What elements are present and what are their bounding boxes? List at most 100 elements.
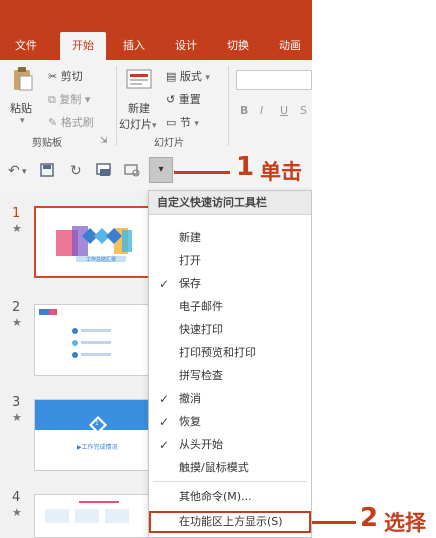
strike-button[interactable]: S	[300, 104, 307, 117]
checkmark-icon: ✓	[159, 392, 170, 406]
new-slide-line1[interactable]: 新建	[128, 100, 150, 116]
scissors-icon: ✂	[48, 70, 58, 83]
powerpoint-window: 文件 开始 插入 设计 切换 动画 粘贴 ▾ ✂ 剪切 ⧉ 复制 ▾ ✎ 格式刷…	[0, 0, 312, 538]
slide-thumbnail-2[interactable]	[34, 304, 162, 376]
copy-button[interactable]: ⧉ 复制 ▾	[48, 91, 90, 107]
undo-icon[interactable]: ↶	[8, 163, 20, 179]
menu-item-show-above-ribbon[interactable]: 在功能区上方显示(S)	[149, 511, 311, 533]
new-slide-icon	[124, 68, 154, 94]
format-painter-label: 格式刷	[60, 116, 94, 129]
menu-item-label: 电子邮件	[179, 300, 223, 313]
menu-item[interactable]: 触摸/鼠标模式	[149, 457, 311, 479]
slide2-artwork	[39, 309, 111, 358]
checkmark-icon: ✓	[159, 438, 170, 452]
font-name-box[interactable]	[236, 70, 312, 90]
customize-qat-menu: 自定义快速访问工具栏 新建 打开 ✓ 保存 电子邮件 快速打印 打印预览和打印 拼写检查 ✓ 撤消…	[148, 190, 312, 538]
new-slide-button[interactable]: 幻灯片▾	[119, 116, 157, 132]
menu-item[interactable]: ✓ 撤消	[149, 388, 311, 410]
slide-number: 2	[12, 300, 21, 315]
layout-button[interactable]: ▤ 版式 ▾	[166, 68, 210, 84]
menu-item[interactable]: ✓ 从头开始	[149, 434, 311, 456]
reset-button[interactable]: ↺ 重置	[166, 91, 201, 107]
transition-star-icon: ★	[12, 506, 22, 519]
section-label: 节	[179, 116, 191, 129]
repeat-icon[interactable]: ↻	[70, 163, 82, 179]
menu-item-label: 撤消	[179, 392, 201, 405]
transition-star-icon: ★	[12, 316, 22, 329]
presenter-icon[interactable]	[124, 163, 140, 181]
brush-icon: ✎	[48, 116, 58, 129]
menu-item[interactable]: 打印预览和打印	[149, 342, 311, 364]
paste-dropdown-icon[interactable]: ▾	[20, 116, 25, 126]
clipboard-launcher-icon[interactable]: ⇲	[100, 136, 108, 146]
underline-button[interactable]: U	[280, 104, 288, 117]
slide-number: 3	[12, 395, 21, 410]
copy-icon: ⧉	[48, 93, 56, 106]
customize-qat-button[interactable]: ▾	[149, 157, 173, 183]
reset-label: 重置	[178, 93, 201, 106]
checkmark-icon: ✓	[159, 277, 170, 291]
format-painter-button[interactable]: ✎ 格式刷	[48, 114, 94, 130]
slide3-caption-text: 工作完成情况	[81, 444, 118, 451]
menu-item-label: 新建	[179, 231, 201, 244]
menu-separator	[153, 481, 307, 482]
menu-item-more-commands[interactable]: 其他命令(M)...	[149, 486, 311, 508]
layout-label: 版式	[179, 70, 202, 83]
more-commands-label: 其他命令(M)...	[179, 490, 252, 503]
paste-button[interactable]: 粘贴	[10, 100, 32, 116]
menu-item[interactable]: 打开	[149, 250, 311, 272]
checkmark-icon: ✓	[159, 415, 170, 429]
menu-item-label: 触摸/鼠标模式	[179, 461, 249, 474]
callout-2-number: 2	[360, 503, 379, 533]
transition-star-icon: ★	[12, 222, 22, 235]
slide-thumbnail-3[interactable]: 1 ▶工作完成情况	[34, 399, 162, 471]
tab-animations[interactable]: 动画	[268, 32, 312, 60]
slide3-badge: 1	[95, 420, 99, 427]
slide-number: 1	[12, 206, 21, 221]
save-icon[interactable]	[40, 163, 54, 181]
tab-insert[interactable]: 插入	[112, 32, 156, 60]
tab-transitions[interactable]: 切换	[216, 32, 260, 60]
layout-dropdown-icon: ▾	[205, 73, 210, 83]
slide1-artwork	[56, 226, 132, 262]
ribbon-separator	[228, 66, 229, 146]
menu-item-label: 保存	[179, 277, 201, 290]
menu-item[interactable]: 快速打印	[149, 319, 311, 341]
ribbon-separator	[116, 66, 117, 146]
callout-1-line	[174, 171, 230, 174]
copy-dropdown-icon: ▾	[84, 93, 91, 106]
slide3-caption: ▶工作完成情况	[77, 442, 118, 451]
callout-1-number: 1	[236, 152, 255, 182]
menu-item[interactable]: ✓ 保存	[149, 273, 311, 295]
slide-thumbnail-1[interactable]: 工作总结汇报	[34, 206, 162, 278]
menu-item[interactable]: 电子邮件	[149, 296, 311, 318]
section-icon: ▭	[166, 116, 177, 129]
tab-design[interactable]: 设计	[164, 32, 208, 60]
bold-button[interactable]: B	[240, 104, 248, 117]
menu-item-label: 打印预览和打印	[179, 346, 256, 359]
menu-item[interactable]: ✓ 恢复	[149, 411, 311, 433]
slide-thumbnail-4[interactable]	[34, 494, 162, 538]
slides-group-label: 幻灯片	[154, 138, 184, 149]
tab-file[interactable]: 文件	[4, 32, 48, 60]
menu-item-label: 拼写检查	[179, 369, 223, 382]
cut-button[interactable]: ✂ 剪切	[48, 68, 83, 84]
menu-item[interactable]: 新建	[149, 227, 311, 249]
layout-icon: ▤	[166, 70, 177, 83]
menu-item-label: 从头开始	[179, 438, 223, 451]
section-button[interactable]: ▭ 节 ▾	[166, 114, 199, 130]
slide-number: 4	[12, 490, 21, 505]
menu-item[interactable]: 拼写检查	[149, 365, 311, 387]
cut-label: 剪切	[60, 70, 83, 83]
reset-icon: ↺	[166, 93, 176, 106]
new-slide-line2: 幻灯片	[119, 118, 152, 131]
ribbon: 粘贴 ▾ ✂ 剪切 ⧉ 复制 ▾ ✎ 格式刷 剪贴板 ⇲ 新建 幻灯片▾ ▤ 版…	[0, 60, 312, 153]
start-from-beginning-icon[interactable]	[96, 163, 112, 181]
callout-2-text: 选择	[384, 511, 426, 535]
clipboard-group-label: 剪贴板	[32, 138, 62, 149]
undo-dropdown-icon[interactable]: ▾	[22, 167, 27, 177]
italic-button[interactable]: I	[260, 104, 263, 117]
transition-star-icon: ★	[12, 411, 22, 424]
tab-home[interactable]: 开始	[60, 32, 106, 60]
copy-label: 复制	[59, 93, 82, 106]
